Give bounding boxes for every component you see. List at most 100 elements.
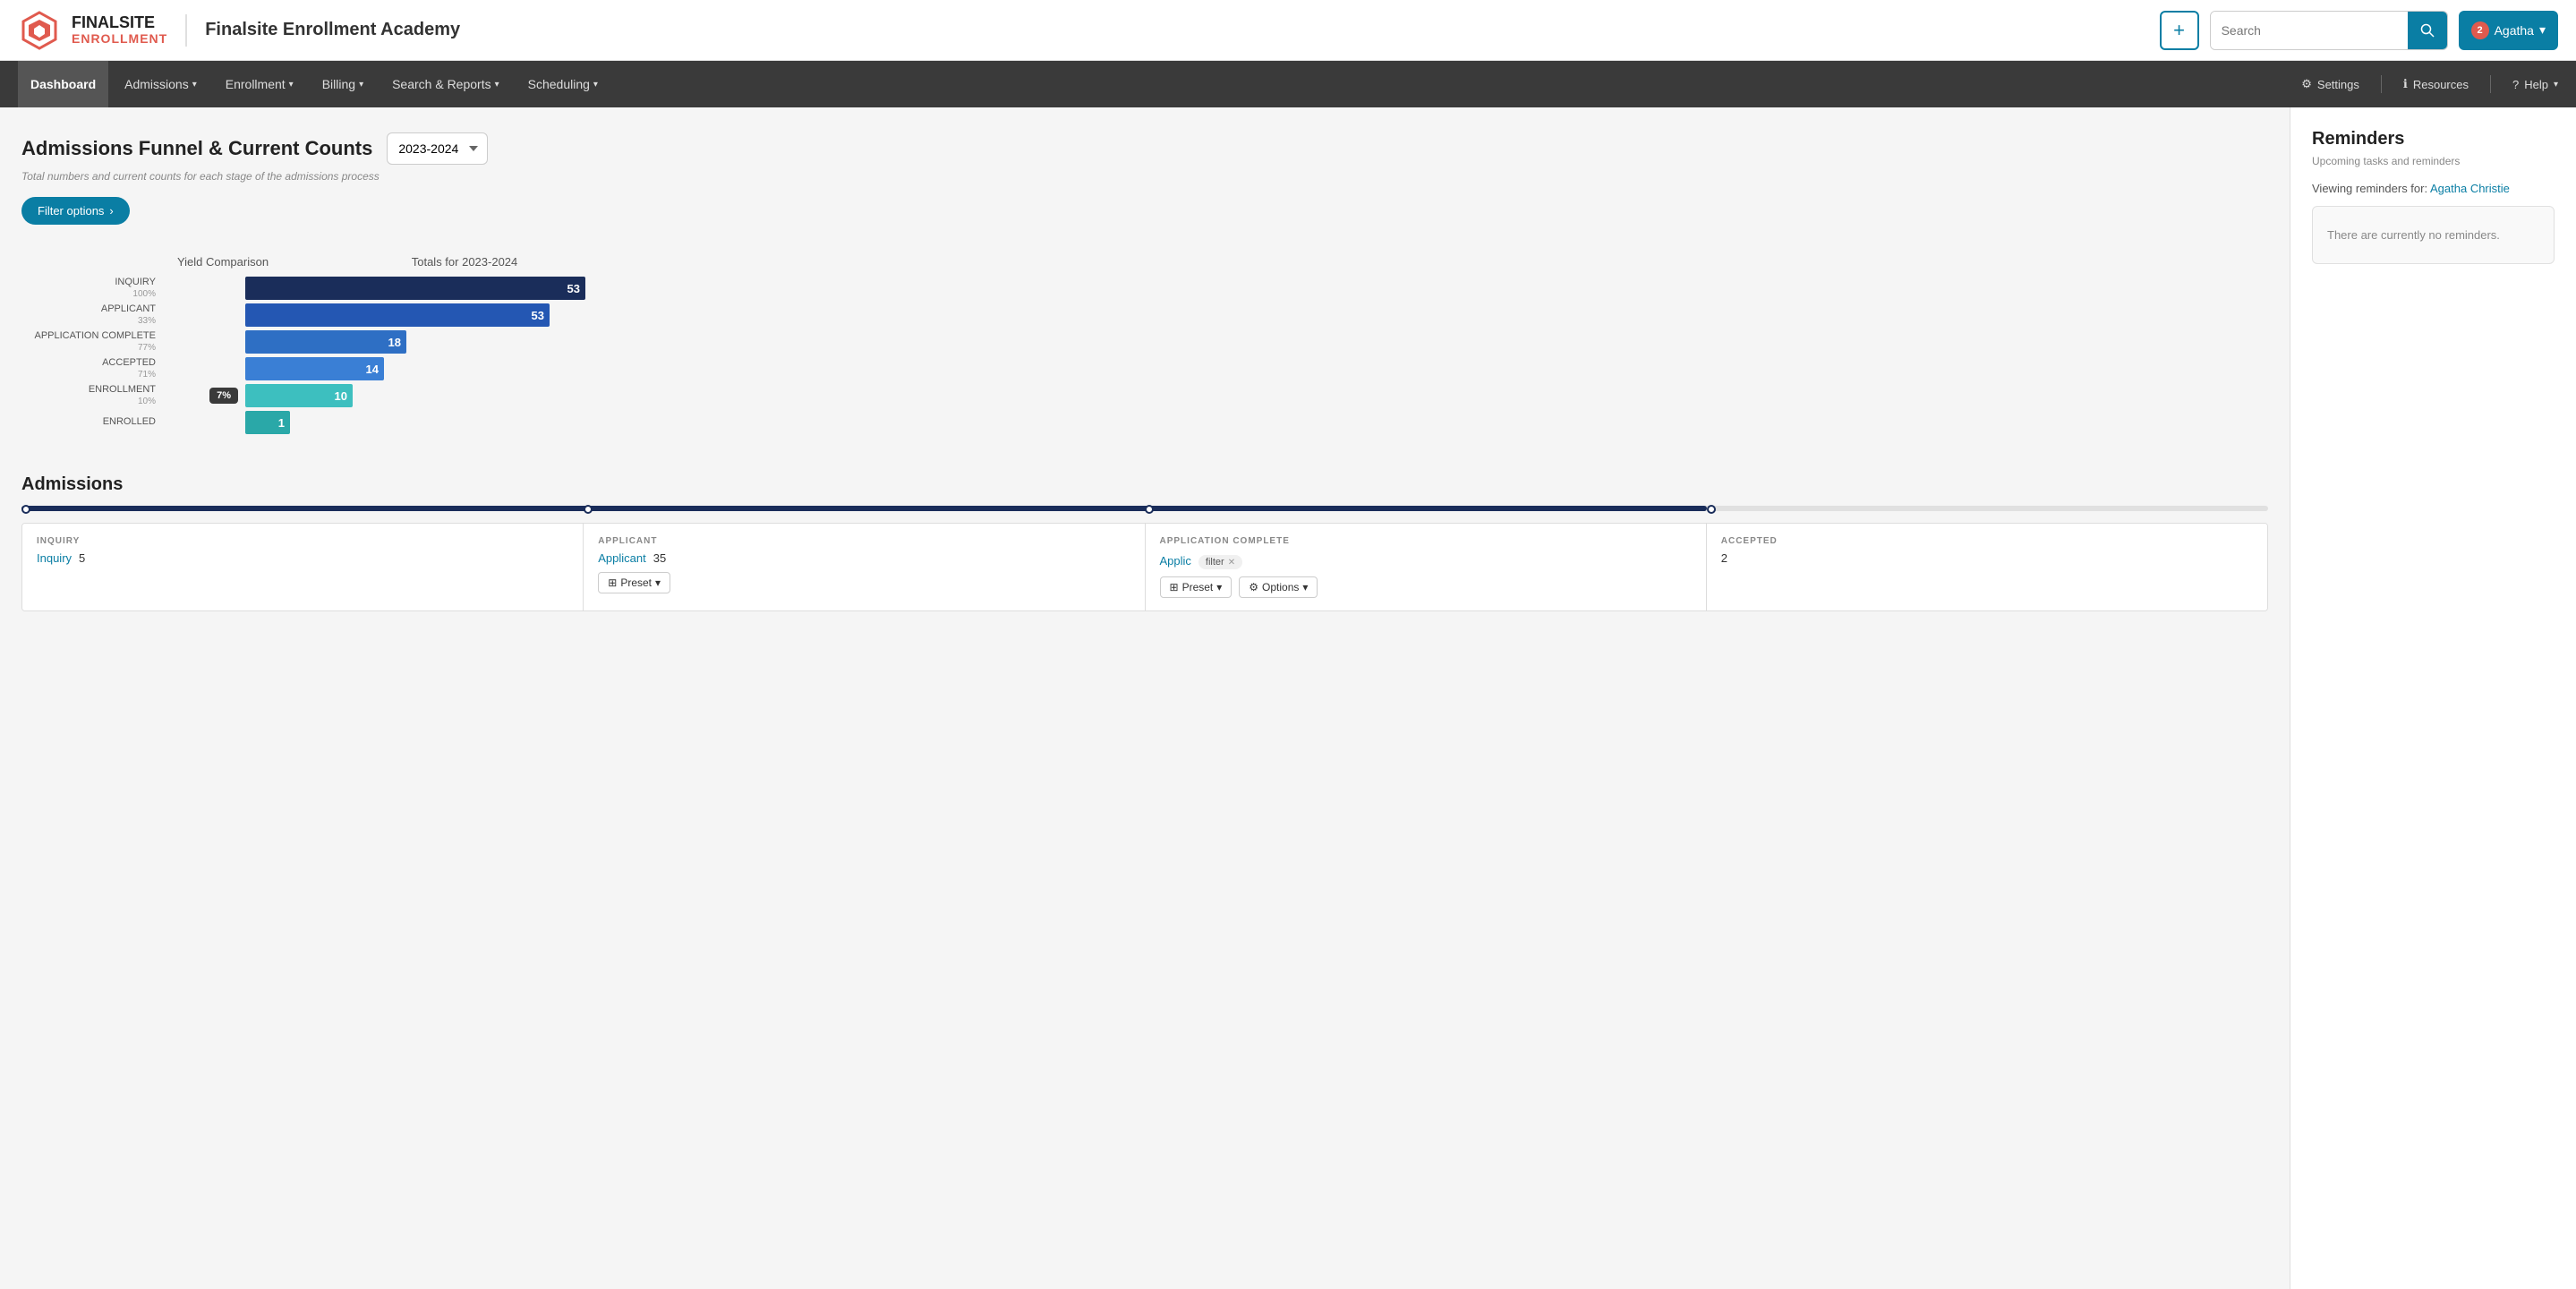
options-chevron: ▾ (1302, 581, 1308, 593)
admission-card-applicant: APPLICANT Applicant 35 ⊞ Preset ▾ (584, 524, 1145, 610)
options-label: Options (1262, 581, 1299, 593)
admission-card-app-complete: APPLICATION COMPLETE Applic filter ✕ ⊞ P… (1146, 524, 1707, 610)
bar-num-enrolled: 1 (278, 416, 285, 430)
funnel-header: Admissions Funnel & Current Counts 2023-… (21, 132, 2268, 165)
progress-dot-3 (1145, 505, 1154, 514)
main-content: Admissions Funnel & Current Counts 2023-… (0, 107, 2576, 1289)
preset-chevron: ▾ (655, 576, 661, 589)
admissions-progress-bar (21, 506, 2268, 508)
funnel-chart: Yield Comparison Totals for 2023-2024 IN… (21, 246, 648, 446)
nav-divider-1 (2381, 75, 2382, 93)
bar-total-enrollment: 10 (245, 384, 353, 407)
card-stage-applicant: APPLICANT (598, 536, 1130, 546)
nav-bar: Dashboard Admissions ▾ Enrollment ▾ Bill… (0, 61, 2576, 107)
logo-divider (185, 14, 187, 47)
filter-arrow-icon: › (109, 204, 113, 218)
bar-app-complete: 18 (245, 330, 406, 354)
chevron-admissions: ▾ (192, 80, 197, 90)
nav-label-dashboard: Dashboard (30, 77, 96, 91)
bar-area-enrollment: 7% 10 (165, 384, 648, 407)
filter-options-button[interactable]: Filter options › (21, 197, 130, 225)
search-box (2210, 11, 2448, 50)
help-link[interactable]: ? Help ▾ (2512, 78, 2558, 91)
bar-yield-enrollment: 7% (165, 388, 245, 404)
card-filter-tag: filter ✕ (1198, 555, 1242, 569)
bar-total-inquiry: 53 (245, 277, 585, 300)
bar-area-applicant: 53 (165, 303, 648, 327)
reminders-user-link[interactable]: Agatha Christie (2430, 182, 2510, 195)
nav-right: ⚙ Settings ℹ Resources ? Help ▾ (2301, 75, 2558, 93)
card-count-applicant: 35 (653, 551, 666, 565)
chart-yield-label: Yield Comparison (165, 255, 281, 269)
bar-area-app-complete: 18 (165, 330, 648, 354)
bar-total-accepted: 14 (245, 357, 384, 380)
bar-applicant: 53 (245, 303, 550, 327)
bar-area-enrolled: 1 (165, 411, 648, 434)
nav-item-admissions[interactable]: Admissions ▾ (112, 61, 209, 107)
tag-remove-button[interactable]: ✕ (1228, 558, 1235, 568)
logo-text: FINALSITE ENROLLMENT (72, 14, 167, 46)
chart-row-accepted: ACCEPTED71% 14 (21, 356, 648, 381)
nav-left: Dashboard Admissions ▾ Enrollment ▾ Bill… (18, 61, 2301, 107)
nav-item-scheduling[interactable]: Scheduling ▾ (516, 61, 610, 107)
funnel-title: Admissions Funnel & Current Counts (21, 137, 372, 160)
progress-dot-1 (21, 505, 30, 514)
bar-num-enrollment: 10 (335, 389, 347, 403)
preset-button-applicant[interactable]: ⊞ Preset ▾ (598, 572, 670, 593)
bar-total-applicant: 53 (245, 303, 550, 327)
bar-num-app-complete: 18 (388, 336, 401, 349)
resources-link[interactable]: ℹ Resources (2403, 77, 2469, 91)
preset-button-app-complete[interactable]: ⊞ Preset ▾ (1160, 576, 1233, 598)
bar-num-accepted: 14 (366, 363, 379, 376)
nav-label-search-reports: Search & Reports (392, 77, 491, 91)
bar-total-enrolled: 1 (245, 411, 290, 434)
nav-item-billing[interactable]: Billing ▾ (310, 61, 376, 107)
bar-area-accepted: 14 (165, 357, 648, 380)
reminders-subtitle: Upcoming tasks and reminders (2312, 155, 2555, 167)
reminders-viewing: Viewing reminders for: Agatha Christie (2312, 182, 2555, 195)
nav-item-enrollment[interactable]: Enrollment ▾ (213, 61, 306, 107)
settings-link[interactable]: ⚙ Settings (2301, 77, 2359, 91)
search-icon (2420, 23, 2435, 38)
admissions-title: Admissions (21, 474, 2268, 495)
notification-badge: 2 (2471, 21, 2489, 39)
bar-num-inquiry: 53 (567, 282, 580, 295)
card-link-applicant[interactable]: Applicant (598, 551, 645, 565)
card-stage-app-complete: APPLICATION COMPLETE (1160, 536, 1692, 546)
user-menu-button[interactable]: 2 Agatha ▾ (2459, 11, 2558, 50)
chart-label-enrolled: ENROLLED (21, 416, 165, 428)
bar-total-app-complete: 18 (245, 330, 406, 354)
options-button[interactable]: ⚙ Options ▾ (1239, 576, 1318, 598)
preset-label-app-complete: Preset (1182, 581, 1214, 593)
chevron-scheduling: ▾ (593, 80, 598, 90)
card-stage-accepted: ACCEPTED (1721, 536, 2253, 546)
yield-badge-enrollment: 7% (209, 388, 238, 404)
preset-chevron-2: ▾ (1216, 581, 1222, 593)
chart-label-app-complete: APPLICATION COMPLETE77% (21, 330, 165, 353)
nav-item-search-reports[interactable]: Search & Reports ▾ (380, 61, 512, 107)
nav-item-dashboard[interactable]: Dashboard (18, 61, 108, 107)
chart-label-applicant: APPLICANT33% (21, 303, 165, 326)
year-selector[interactable]: 2023-2024 2022-2023 (387, 132, 488, 165)
bar-accepted: 14 (245, 357, 384, 380)
nav-label-scheduling: Scheduling (528, 77, 590, 91)
chart-row-enrollment: ENROLLMENT10% 7% 10 (21, 383, 648, 408)
bar-inquiry: 53 (245, 277, 585, 300)
resources-label: Resources (2413, 78, 2469, 91)
app-title: Finalsite Enrollment Academy (205, 20, 460, 40)
card-link-inquiry[interactable]: Inquiry (37, 551, 72, 565)
search-input[interactable] (2211, 11, 2408, 50)
search-button[interactable] (2408, 11, 2447, 50)
progress-fill (21, 506, 1707, 511)
help-icon: ? (2512, 78, 2519, 91)
card-count-accepted: 2 (1721, 551, 1727, 565)
nav-label-enrollment: Enrollment (226, 77, 286, 91)
reminders-viewing-text: Viewing reminders for: (2312, 182, 2427, 195)
reminders-title: Reminders (2312, 129, 2555, 149)
nav-label-billing: Billing (322, 77, 355, 91)
sidebar: Reminders Upcoming tasks and reminders V… (2290, 107, 2576, 1289)
gear-icon: ⚙ (2301, 77, 2312, 91)
add-button[interactable]: + (2160, 11, 2199, 50)
card-link-app-complete[interactable]: Applic (1160, 554, 1191, 568)
chevron-search: ▾ (495, 80, 499, 90)
